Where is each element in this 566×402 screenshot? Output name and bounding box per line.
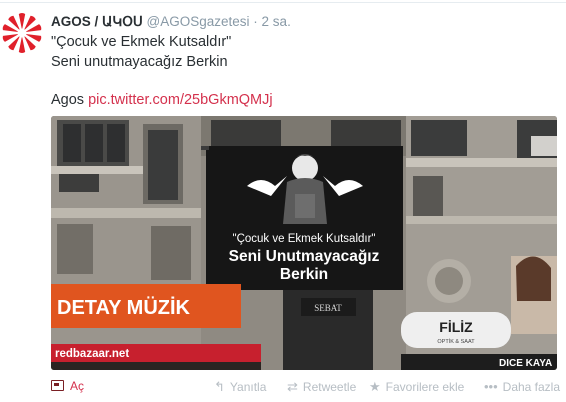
tweet-text-line-2: Seni unutmayacağız Berkin: [51, 53, 228, 70]
oval-ornament-inner: [435, 267, 463, 295]
balcony-ledge: [51, 166, 146, 174]
more-icon: •••: [484, 379, 498, 394]
boy-scarf: [295, 194, 315, 218]
air-conditioner: [531, 136, 557, 156]
window-pane: [148, 130, 178, 200]
filiz-text: FİLİZ: [439, 319, 473, 335]
window-pane: [63, 124, 81, 162]
banner-text-line-2: Seni Unutmayacağız: [229, 248, 380, 265]
ornament: [57, 224, 93, 274]
cornice: [406, 158, 557, 167]
tweet-timestamp[interactable]: 2 sa.: [262, 14, 291, 29]
detay-muzik-text: DETAY MÜZİK: [57, 296, 191, 319]
tweet-text-line-3: Agos pic.twitter.com/25bGkmQMJj: [51, 91, 273, 111]
favorite-button[interactable]: ★ Favorilere ekle: [369, 379, 464, 395]
media-toggle[interactable]: Aç: [51, 379, 84, 393]
retweet-icon: ⇄: [287, 379, 298, 394]
window: [151, 226, 191, 280]
banner-rope: [201, 146, 209, 150]
reply-icon: ↰: [214, 379, 225, 394]
tweet-text-spacer: [51, 72, 273, 91]
filiz-subtext: OPTİK & SAAT: [437, 338, 475, 345]
window: [413, 176, 443, 216]
tweet-actions: Aç ↰ Yanıtla ⇄ Retweetle ★ Favorilere ekle …: [0, 379, 566, 399]
user-handle[interactable]: @AGOSgazetesi: [147, 14, 250, 29]
window: [411, 120, 467, 156]
poster-hair: [516, 256, 551, 301]
balcony-rail: [59, 174, 99, 192]
photo-icon: [51, 380, 64, 391]
favorite-label: Favorilere ekle: [385, 380, 465, 394]
time-separator: ·: [253, 14, 258, 29]
tweet-text-line-1: "Çocuk ve Ekmek Kutsaldır": [51, 34, 232, 50]
more-label: Daha fazla: [502, 380, 561, 394]
window-pane: [85, 124, 103, 162]
tweet-photo[interactable]: "Çocuk ve Ekmek Kutsaldır" Seni Unutmaya…: [51, 116, 557, 370]
cornice: [406, 216, 557, 224]
avatar[interactable]: [2, 13, 42, 53]
shop-shadow: [51, 362, 261, 370]
tweet-header: AGOS / ԱԿՕՍ @AGOSgazetesi · 2 sa.: [51, 13, 291, 30]
protest-banner-photo: "Çocuk ve Ekmek Kutsaldır" Seni Unutmaya…: [51, 116, 557, 370]
photo-link[interactable]: pic.twitter.com/25bGkmQMJj: [88, 92, 273, 108]
display-name[interactable]: AGOS / ԱԿՕՍ: [51, 14, 143, 29]
tweet-text-prefix: Agos: [51, 92, 85, 108]
tweet-text: "Çocuk ve Ekmek Kutsaldır" Seni unutmaya…: [51, 33, 273, 111]
retweet-button[interactable]: ⇄ Retweetle: [287, 379, 356, 395]
star-icon: ★: [369, 379, 381, 394]
reply-button[interactable]: ↰ Yanıtla: [214, 379, 266, 395]
boy-head: [292, 155, 318, 181]
agos-logo-icon: [2, 13, 42, 53]
media-toggle-label: Aç: [70, 379, 85, 393]
retweet-label: Retweetle: [302, 380, 357, 394]
dice-kaya-text: DICE KAYA: [499, 358, 552, 369]
banner-text-line-3: Berkin: [280, 266, 328, 283]
redbazaar-text: redbazaar.net: [55, 348, 129, 360]
timeline-divider: [0, 2, 566, 3]
reply-label: Yanıtla: [229, 380, 267, 394]
cornice: [51, 208, 201, 218]
window-pane: [107, 124, 125, 162]
sebat-sign-text: SEBAT: [314, 303, 342, 313]
banner-text-line-1: "Çocuk ve Ekmek Kutsaldır": [232, 233, 375, 245]
more-button[interactable]: ••• Daha fazla: [484, 379, 560, 394]
